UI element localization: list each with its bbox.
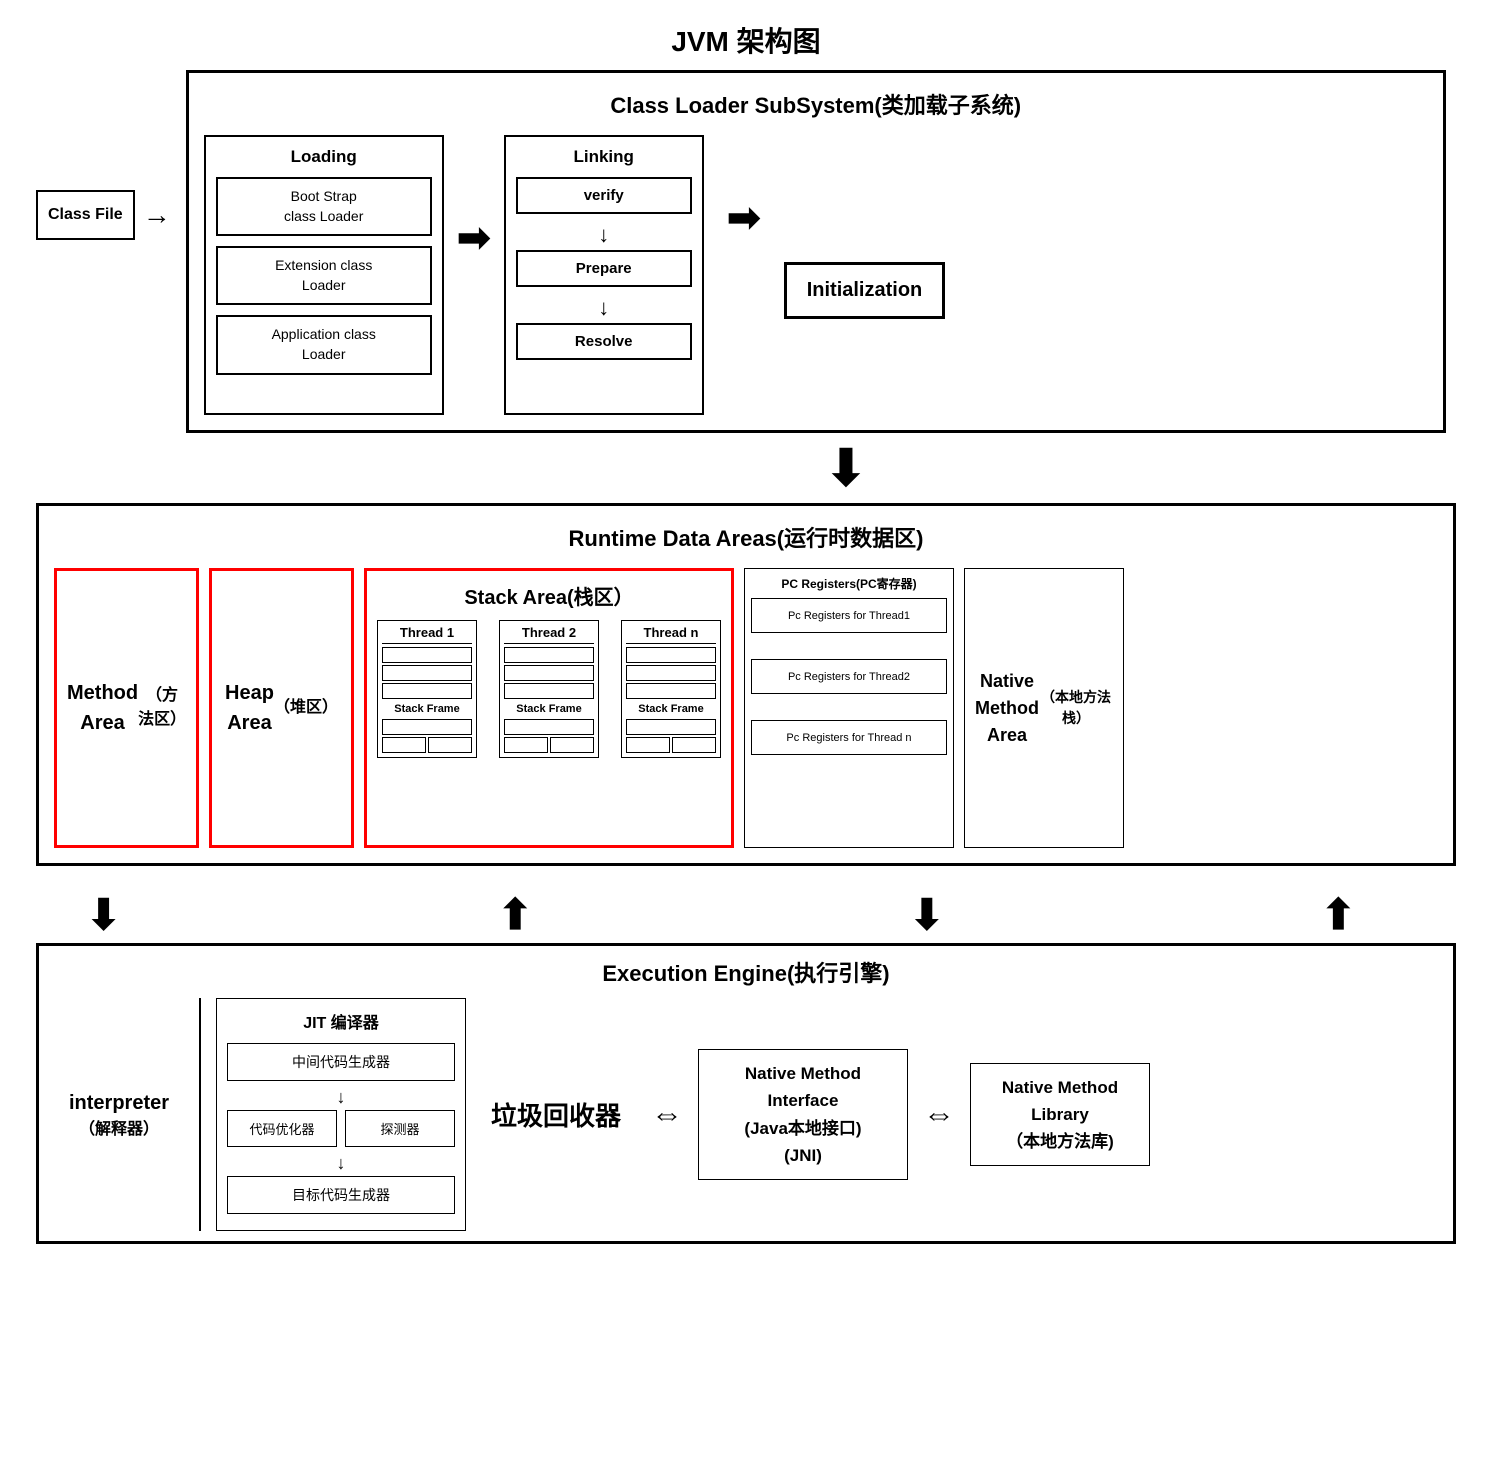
native-interface-box: Native MethodInterface(Java本地接口)(JNI) [698, 1049, 908, 1180]
thread-n-col: Thread n Stack Frame [621, 620, 721, 758]
jit-arrow-1: ↓ [227, 1087, 455, 1108]
page-title: JVM 架构图 [20, 20, 1472, 60]
arrow-exec-to-runtime-up: ⬆ [498, 890, 533, 939]
pc-item-n: Pc Registers for Thread n [751, 720, 947, 755]
jit-item-2: 代码优化器 [227, 1110, 337, 1147]
classloader-system: Class Loader SubSystem(类加载子系统) Loading B… [186, 70, 1446, 433]
class-file-box: Class File [36, 190, 135, 240]
thread-2-col: Thread 2 Stack Frame [499, 620, 599, 758]
arrow-native-to-runtime-up: ⬆ [1321, 890, 1356, 939]
resolve-item: Resolve [516, 323, 692, 360]
pc-registers: PC Registers(PC寄存器) Pc Registers for Thr… [744, 568, 954, 848]
arrow-right-to-classloader: → [143, 199, 171, 231]
execution-engine: Execution Engine(执行引擎) interpreter（解释器） … [36, 943, 1456, 1244]
thread-2-label: Thread 2 [504, 625, 594, 644]
stack-frame-1: Stack Frame [382, 703, 472, 715]
arrow-cl-to-runtime: ⬇ [236, 443, 1456, 493]
jit-item-3: 目标代码生成器 [227, 1176, 455, 1214]
arrow-linking-to-init: ➡ [704, 195, 784, 241]
double-arrow-gc-native: ⇔ [651, 1096, 683, 1133]
jit-arrow-2: ↓ [227, 1153, 455, 1174]
extension-loader: Extension classLoader [216, 246, 432, 305]
arrow-loading-to-linking: ➡ [444, 215, 504, 261]
loading-box: Loading Boot Strapclass Loader Extension… [204, 135, 444, 415]
pc-title: PC Registers(PC寄存器) [751, 575, 947, 592]
thread-1-label: Thread 1 [382, 625, 472, 644]
verify-item: verify [516, 177, 692, 214]
pc-item-1: Pc Registers for Thread1 [751, 598, 947, 633]
native-method-area: NativeMethodArea（本地方法栈） [964, 568, 1124, 848]
interpreter-box: interpreter（解释器） [54, 1088, 184, 1142]
thread-n-label: Thread n [626, 625, 716, 644]
pc-item-2: Pc Registers for Thread2 [751, 659, 947, 694]
thread-1-col: Thread 1 Stack Frame [377, 620, 477, 758]
jit-item-1: 中间代码生成器 [227, 1043, 455, 1081]
application-loader: Application classLoader [216, 315, 432, 374]
jit-detector: 探测器 [345, 1110, 455, 1147]
native-library-box: Native MethodLibrary（本地方法库) [970, 1063, 1150, 1167]
init-box: Initialization [784, 262, 946, 319]
linking-box: Linking verify ↓ Prepare ↓ Resolve [504, 135, 704, 415]
loading-title: Loading [216, 147, 432, 167]
jit-box: JIT 编译器 中间代码生成器 ↓ 代码优化器 探测器 ↓ 目标代码生成器 [216, 998, 466, 1231]
arrow-runtime-to-native-down: ⬇ [909, 890, 944, 939]
runtime-title: Runtime Data Areas(运行时数据区) [54, 521, 1438, 553]
bootstrap-loader: Boot Strapclass Loader [216, 177, 432, 236]
classloader-title: Class Loader SubSystem(类加载子系统) [204, 88, 1428, 120]
prepare-item: Prepare [516, 250, 692, 287]
gc-box: 垃圾回收器 [476, 1096, 636, 1133]
stack-title: Stack Area(栈区） [377, 581, 721, 610]
method-area: MethodArea（方法区） [54, 568, 199, 848]
execution-title: Execution Engine(执行引擎) [54, 956, 1438, 988]
runtime-area: Runtime Data Areas(运行时数据区) MethodArea（方法… [36, 503, 1456, 866]
heap-area: HeapArea（堆区） [209, 568, 354, 848]
double-arrow-native-lib: ⇔ [923, 1096, 955, 1133]
stack-frame-n: Stack Frame [626, 703, 716, 715]
jit-title: JIT 编译器 [227, 1009, 455, 1033]
stack-area: Stack Area(栈区） Thread 1 Stack Frame Thre… [364, 568, 734, 848]
linking-title: Linking [516, 147, 692, 167]
arrow-runtime-to-exec-down: ⬇ [86, 890, 121, 939]
stack-frame-2: Stack Frame [504, 703, 594, 715]
